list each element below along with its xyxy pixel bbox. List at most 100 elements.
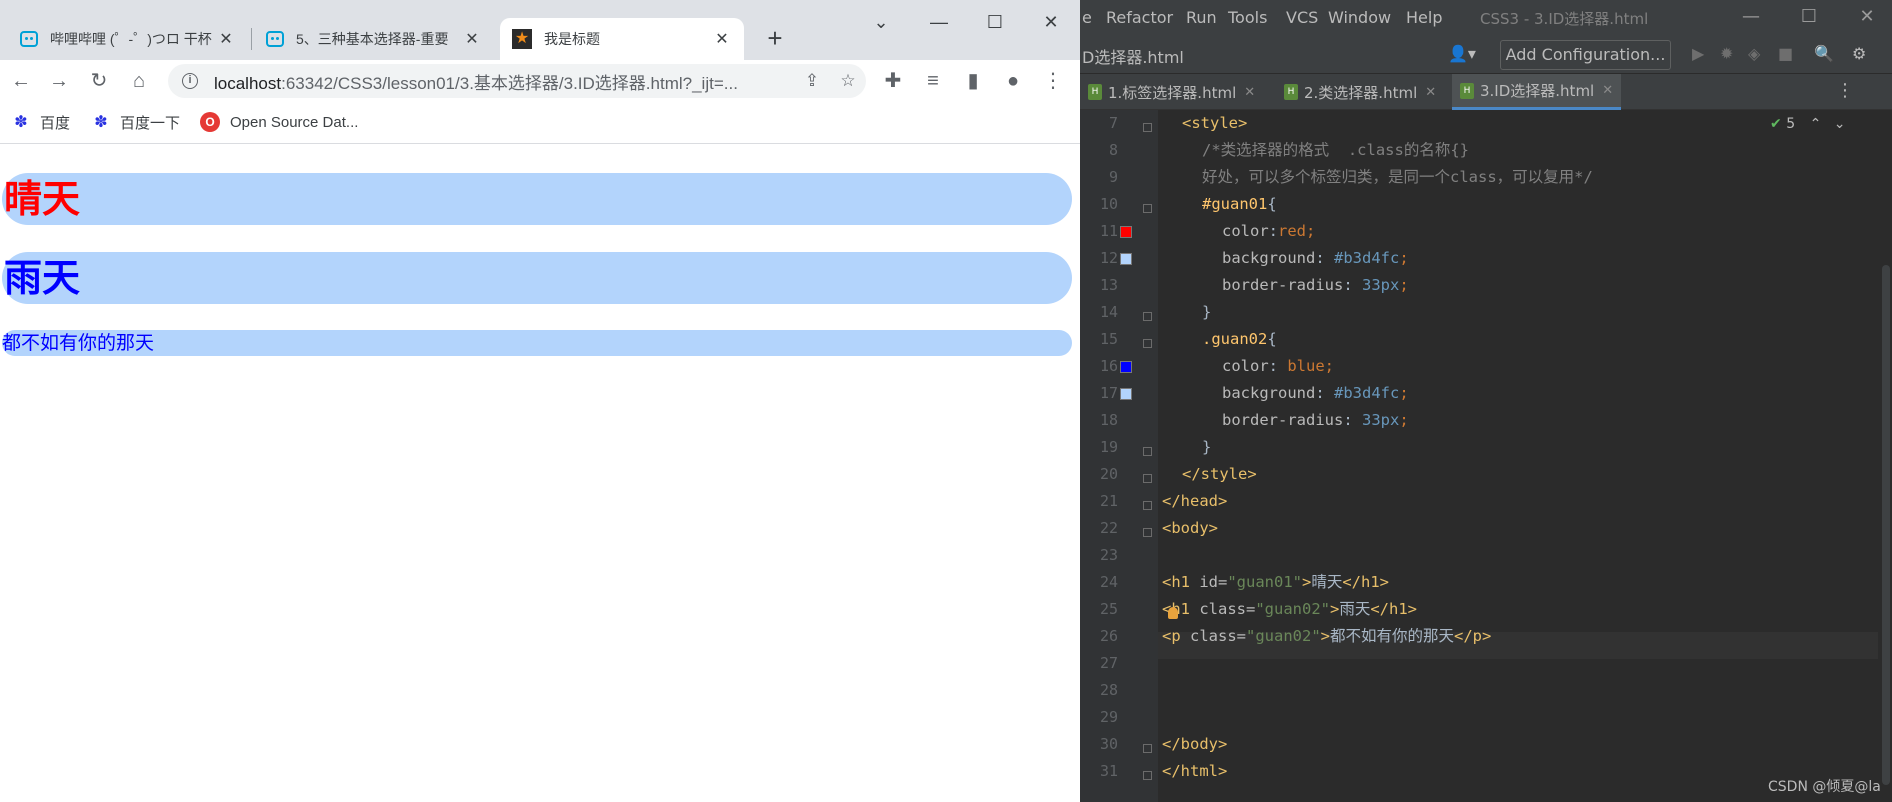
profile-avatar-icon[interactable]: ●	[998, 66, 1028, 96]
new-tab-button[interactable]: +	[760, 24, 790, 54]
side-panel-icon[interactable]: ▮	[958, 66, 988, 96]
browser-tab-bilibili[interactable]: 哔哩哔哩 (゜-゜)つロ 干杯 ✕	[8, 18, 248, 60]
code-line-13: border-radius: 33px;	[1222, 276, 1409, 294]
fold-marker-icon[interactable]	[1143, 744, 1152, 753]
back-icon[interactable]: ←	[6, 66, 36, 96]
url-text[interactable]: localhost:63342/CSS3/lesson01/3.基本选择器/3.…	[214, 69, 794, 94]
tab-search-chevron-icon[interactable]: ⌄	[866, 10, 896, 34]
browser-window: 哔哩哔哩 (゜-゜)つロ 干杯 ✕ 5、三种基本选择器-重要 ✕ ★ 我是标题 …	[0, 0, 1080, 802]
menu-item-window[interactable]: Window	[1328, 8, 1391, 27]
fold-marker-icon[interactable]	[1143, 339, 1152, 348]
fold-marker-icon[interactable]	[1143, 123, 1152, 132]
editor-tab-label: 2.类选择器.html	[1304, 83, 1418, 102]
menu-item-partial[interactable]: e	[1082, 8, 1092, 27]
color-swatch-blue[interactable]	[1120, 361, 1132, 373]
search-icon[interactable]: 🔍	[1814, 44, 1834, 63]
color-swatch-light-blue[interactable]	[1120, 388, 1132, 400]
line-number: 11	[1099, 222, 1118, 240]
color-swatch-red[interactable]	[1120, 226, 1132, 238]
close-window-button[interactable]: ✕	[1036, 10, 1066, 34]
ide-maximize-button[interactable]: ☐	[1794, 6, 1824, 27]
line-number: 10	[1099, 195, 1118, 213]
bilibili-icon	[20, 31, 38, 47]
bookmark-baidu[interactable]: ✽ 百度	[12, 112, 70, 133]
share-icon[interactable]: ⇪	[794, 71, 830, 91]
close-icon[interactable]: ✕	[712, 29, 732, 49]
extensions-icon[interactable]: ✚	[878, 66, 908, 96]
line-number: 28	[1099, 681, 1118, 699]
chevron-up-icon[interactable]: ⌃	[1810, 116, 1822, 132]
coverage-icon[interactable]: ◈	[1748, 44, 1760, 63]
address-bar[interactable]: i localhost:63342/CSS3/lesson01/3.基本选择器/…	[168, 64, 866, 98]
menu-item-help[interactable]: Help	[1406, 8, 1442, 27]
html-file-icon: H	[1088, 84, 1102, 100]
menu-item-run[interactable]: Run	[1186, 8, 1217, 27]
bookmark-label: 百度	[40, 115, 71, 132]
menu-kebab-icon[interactable]: ⋮	[1038, 66, 1068, 96]
line-number: 16	[1099, 357, 1118, 375]
fold-marker-icon[interactable]	[1143, 528, 1152, 537]
line-number: 25	[1099, 600, 1118, 618]
ide-minimize-button[interactable]: —	[1736, 6, 1766, 27]
settings-gear-icon[interactable]: ⚙	[1852, 44, 1866, 63]
close-icon[interactable]: ✕	[1602, 83, 1613, 98]
tab-separator	[251, 28, 252, 50]
minimize-button[interactable]: —	[924, 10, 954, 34]
menu-item-vcs[interactable]: VCS	[1286, 8, 1318, 27]
fold-marker-icon[interactable]	[1143, 204, 1152, 213]
home-icon[interactable]: ⌂	[124, 66, 154, 96]
chevron-down-icon[interactable]: ⌄	[1834, 116, 1846, 132]
code-line-16: color: blue;	[1222, 357, 1335, 375]
close-icon[interactable]: ✕	[1244, 85, 1255, 100]
editor-tab-2[interactable]: H 2.类选择器.html ✕	[1276, 74, 1444, 110]
heading-rain: 雨天	[2, 252, 1072, 304]
add-configuration-button[interactable]: Add Configuration...	[1500, 40, 1671, 70]
lightbulb-icon[interactable]	[1168, 607, 1178, 619]
close-icon[interactable]: ✕	[216, 29, 236, 49]
editor-scrollbar-thumb[interactable]	[1882, 265, 1890, 785]
bookmark-baidu-search[interactable]: ✽ 百度一下	[92, 112, 180, 133]
fold-marker-icon[interactable]	[1143, 474, 1152, 483]
color-swatch-light-blue[interactable]	[1120, 253, 1132, 265]
code-line-24: <h1 id="guan01">晴天</h1>	[1162, 573, 1390, 591]
paragraph-text: 都不如有你的那天	[2, 330, 1072, 356]
debug-icon[interactable]: ✹	[1720, 44, 1733, 63]
fold-marker-icon[interactable]	[1143, 447, 1152, 456]
bookmark-open-source[interactable]: O Open Source Dat...	[200, 112, 358, 132]
code-line-12: background: #b3d4fc;	[1222, 249, 1409, 267]
editor-tab-1[interactable]: H 1.标签选择器.html ✕	[1080, 74, 1263, 110]
breadcrumb[interactable]: D选择器.html	[1082, 44, 1184, 68]
forward-icon[interactable]: →	[44, 66, 74, 96]
close-icon[interactable]: ✕	[462, 29, 482, 49]
fold-marker-icon[interactable]	[1143, 771, 1152, 780]
browser-tab-active[interactable]: ★ 我是标题 ✕	[500, 18, 744, 60]
inspection-count: 5	[1786, 116, 1796, 132]
code-line-14: }	[1202, 303, 1212, 321]
line-number: 9	[1108, 168, 1118, 186]
user-icon[interactable]: 👤▾	[1448, 44, 1476, 63]
fold-marker-icon[interactable]	[1143, 312, 1152, 321]
code-line-9: 好处，可以多个标签归类，是同一个class，可以复用*/	[1202, 168, 1593, 186]
tab-menu-icon[interactable]: ⋮	[1836, 80, 1854, 101]
inspection-widget[interactable]: ✔ 5 ⌃ ⌄	[1770, 116, 1845, 132]
reload-icon[interactable]: ↻	[84, 66, 114, 96]
menu-item-tools[interactable]: Tools	[1228, 8, 1267, 27]
maximize-button[interactable]: ☐	[980, 10, 1010, 34]
code-editor[interactable]: <style> /*类选择器的格式 .class的名称{} 好处，可以多个标签归…	[1158, 110, 1878, 802]
ide-close-button[interactable]: ✕	[1852, 6, 1882, 27]
line-number: 31	[1099, 762, 1118, 780]
close-icon[interactable]: ✕	[1425, 85, 1436, 100]
star-icon: ★	[512, 29, 532, 49]
run-icon[interactable]: ▶	[1692, 44, 1704, 63]
editor-tab-3-active[interactable]: H 3.ID选择器.html ✕	[1452, 74, 1622, 110]
media-control-icon[interactable]: ≡	[918, 66, 948, 96]
line-number: 20	[1099, 465, 1118, 483]
site-info-icon[interactable]: i	[182, 73, 198, 89]
html-file-icon: H	[1284, 84, 1298, 100]
menu-item-refactor[interactable]: Refactor	[1106, 8, 1173, 27]
fold-marker-icon[interactable]	[1143, 501, 1152, 510]
stop-icon[interactable]: ■	[1778, 44, 1793, 63]
browser-tab-selectors[interactable]: 5、三种基本选择器-重要 ✕	[254, 18, 494, 60]
line-number: 27	[1099, 654, 1118, 672]
bookmark-star-icon[interactable]: ☆	[830, 71, 866, 91]
